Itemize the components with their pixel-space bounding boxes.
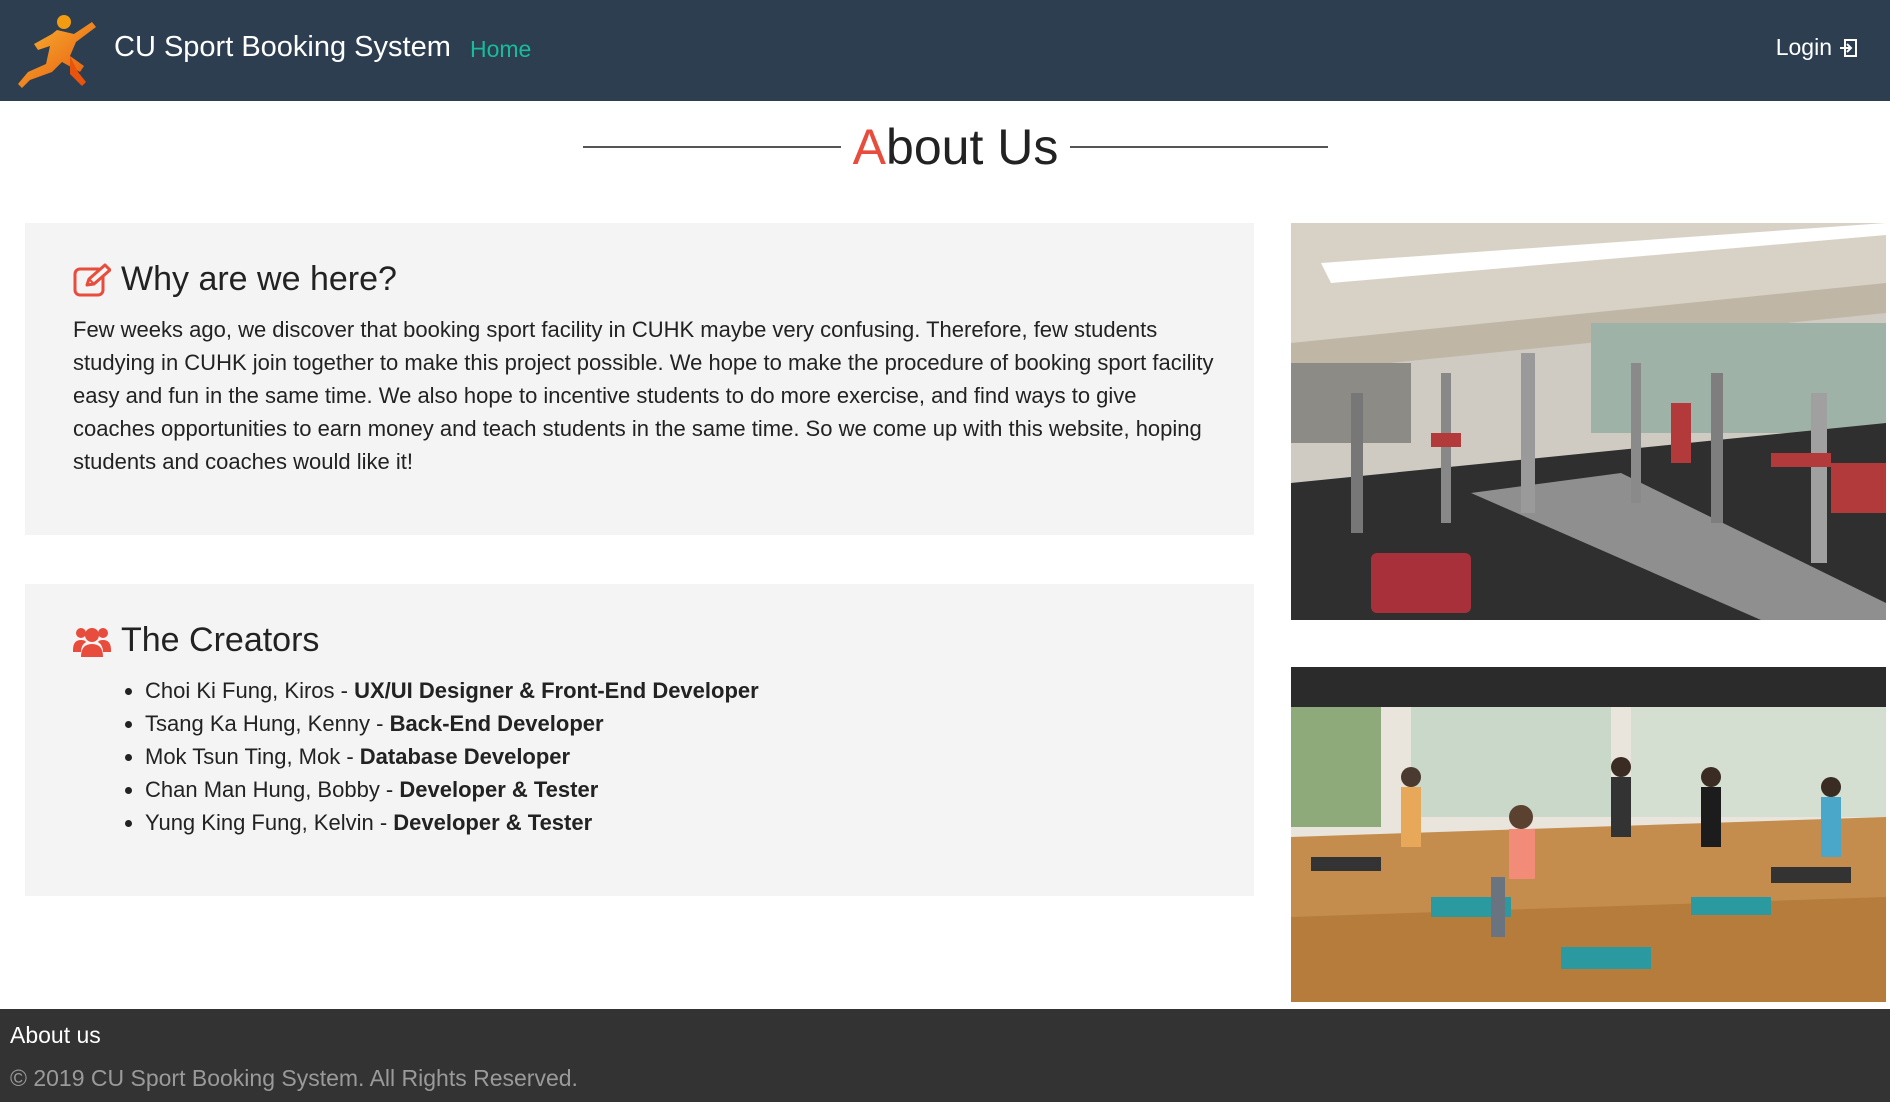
creators-title: The Creators bbox=[121, 621, 320, 659]
member-name: Chan Man Hung, Bobby - bbox=[145, 777, 400, 802]
why-text: Few weeks ago, we discover that booking … bbox=[73, 317, 1214, 474]
top-navbar: CU Sport Booking System Home Login bbox=[0, 0, 1890, 101]
footer-copyright: © 2019 CU Sport Booking System. All Righ… bbox=[10, 1065, 578, 1091]
list-item: Mok Tsun Ting, Mok - Database Developer bbox=[145, 740, 759, 773]
gym-photo bbox=[1291, 223, 1886, 620]
why-title: Why are we here? bbox=[121, 260, 397, 298]
list-item: Tsang Ka Hung, Kenny - Back-End Develope… bbox=[145, 707, 759, 740]
list-item: Chan Man Hung, Bobby - Developer & Teste… bbox=[145, 773, 759, 806]
creators-title-row: The Creators bbox=[73, 621, 319, 660]
member-role: UX/UI Designer & Front-End Developer bbox=[354, 678, 759, 703]
brand-title[interactable]: CU Sport Booking System bbox=[114, 31, 451, 64]
member-name: Tsang Ka Hung, Kenny - bbox=[145, 711, 390, 736]
creators-list: Choi Ki Fung, Kiros - UX/UI Designer & F… bbox=[145, 674, 759, 839]
login-label: Login bbox=[1775, 34, 1832, 60]
why-card: Why are we here? Few weeks ago, we disco… bbox=[25, 223, 1254, 535]
why-title-row: Why are we here? bbox=[73, 260, 397, 299]
nav-home-link[interactable]: Home bbox=[470, 36, 531, 63]
title-rest: bout Us bbox=[886, 119, 1059, 175]
page-title: About Us bbox=[853, 118, 1059, 176]
member-role: Developer & Tester bbox=[393, 810, 593, 835]
about-heading: About Us bbox=[583, 117, 1328, 177]
fitness-class-photo bbox=[1291, 667, 1886, 1002]
login-button[interactable]: Login bbox=[1776, 34, 1858, 61]
heading-rule-left bbox=[583, 146, 841, 148]
users-icon bbox=[73, 627, 111, 657]
list-item: Choi Ki Fung, Kiros - UX/UI Designer & F… bbox=[145, 674, 759, 707]
site-footer: About us © 2019 CU Sport Booking System.… bbox=[0, 1009, 1890, 1102]
member-role: Developer & Tester bbox=[399, 777, 599, 802]
heading-rule-right bbox=[1070, 146, 1328, 148]
member-role: Back-End Developer bbox=[389, 711, 604, 736]
member-name: Choi Ki Fung, Kiros - bbox=[145, 678, 355, 703]
sign-in-icon bbox=[1840, 38, 1857, 57]
sprinter-logo-icon[interactable] bbox=[12, 10, 112, 90]
footer-title: About us bbox=[10, 1022, 101, 1048]
member-role: Database Developer bbox=[359, 744, 571, 769]
creators-card: The Creators Choi Ki Fung, Kiros - UX/UI… bbox=[25, 584, 1254, 896]
member-name: Yung King Fung, Kelvin - bbox=[145, 810, 394, 835]
member-name: Mok Tsun Ting, Mok - bbox=[145, 744, 360, 769]
edit-icon bbox=[73, 263, 111, 296]
title-first-letter: A bbox=[852, 119, 887, 175]
list-item: Yung King Fung, Kelvin - Developer & Tes… bbox=[145, 806, 759, 839]
